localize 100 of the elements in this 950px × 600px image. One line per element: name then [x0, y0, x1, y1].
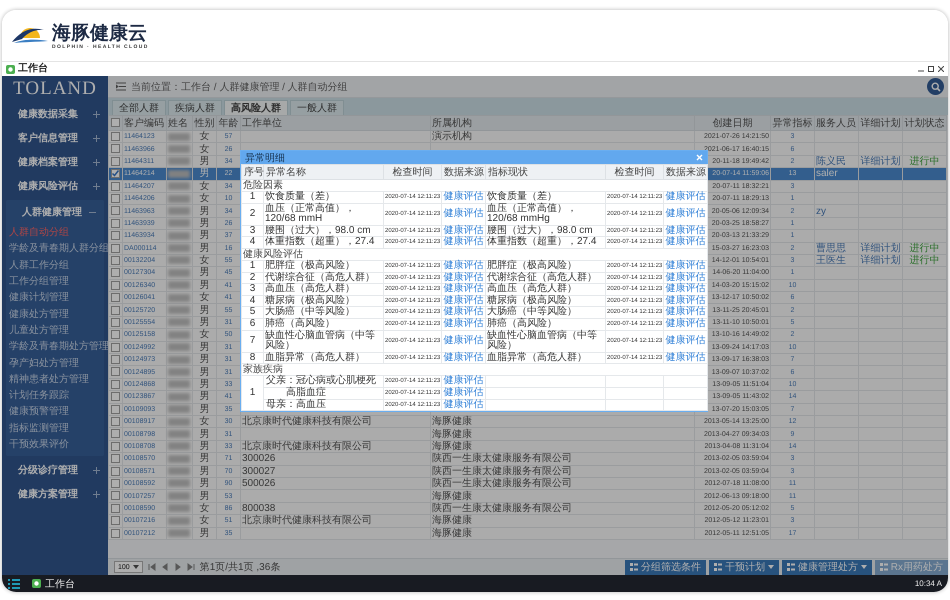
source-link[interactable]: 健康评估 [444, 306, 484, 318]
source-link[interactable]: 健康评估 [666, 294, 706, 306]
source-link[interactable]: 健康评估 [666, 306, 706, 318]
sidebar-item[interactable]: 健康方案管理 [2, 482, 108, 506]
row-checkbox[interactable] [111, 442, 120, 451]
source-link[interactable]: 健康评估 [444, 272, 484, 283]
row-checkbox[interactable] [111, 466, 120, 476]
row-checkbox[interactable] [111, 429, 120, 438]
source-link[interactable]: 健康评估 [444, 260, 484, 271]
search-button[interactable] [927, 78, 944, 95]
tab[interactable]: 疾病人群 [168, 100, 222, 115]
row-checkbox[interactable] [111, 280, 120, 290]
detail-plan-link[interactable]: 详细计划 [860, 156, 900, 167]
table-cell: 4 [250, 294, 256, 306]
source-link[interactable]: 健康评估 [666, 260, 706, 271]
last-page-icon[interactable] [186, 563, 195, 571]
submenu-item[interactable]: 工作分组管理 [6, 272, 104, 290]
row-checkbox[interactable] [111, 132, 120, 142]
sidebar-item[interactable]: 客户信息管理 [2, 126, 108, 150]
submenu-item[interactable]: 孕产妇处方管理 [6, 354, 104, 371]
row-checkbox[interactable] [111, 330, 120, 340]
submenu-item[interactable]: 儿童处方管理 [6, 322, 104, 338]
row-checkbox[interactable] [111, 528, 120, 538]
source-link[interactable]: 健康评估 [666, 236, 706, 248]
taskbar-app[interactable]: 工作台 [32, 576, 75, 590]
row-checkbox[interactable] [111, 244, 120, 253]
row-checkbox[interactable] [111, 504, 120, 513]
submenu-item[interactable]: 干预效果评价 [6, 436, 104, 452]
tab[interactable]: 全部人群 [112, 100, 166, 115]
source-link[interactable]: 健康评估 [666, 224, 706, 236]
sidebar-item[interactable]: 人群健康管理 [6, 200, 104, 224]
submenu-item[interactable]: 精神患者处方管理 [6, 370, 104, 387]
source-link[interactable]: 健康评估 [666, 352, 706, 363]
source-link[interactable]: 健康评估 [666, 318, 706, 329]
row-checkbox[interactable] [111, 231, 120, 240]
maximize-icon[interactable] [928, 66, 934, 72]
source-link[interactable]: 健康评估 [444, 386, 484, 398]
submenu-item[interactable]: 健康处方管理 [6, 305, 104, 322]
row-checkbox[interactable] [111, 156, 120, 166]
sidebar-item[interactable]: 健康风险评估 [2, 174, 108, 198]
row-checkbox[interactable] [111, 306, 120, 315]
first-page-icon[interactable] [148, 563, 156, 571]
row-checkbox[interactable] [111, 218, 120, 228]
source-link[interactable]: 健康评估 [444, 318, 484, 329]
row-checkbox[interactable] [111, 293, 120, 302]
detail-plan-link[interactable]: 详细计划 [860, 242, 900, 254]
close-icon[interactable] [938, 66, 944, 72]
tab[interactable]: 高风险人群 [224, 100, 288, 115]
row-checkbox[interactable] [111, 318, 120, 327]
row-checkbox[interactable] [111, 380, 120, 389]
source-link[interactable]: 健康评估 [666, 191, 706, 202]
action-button[interactable]: 分组筛选条件 [624, 560, 706, 574]
row-checkbox[interactable] [111, 342, 120, 352]
select-all-checkbox[interactable] [111, 118, 120, 128]
source-link[interactable]: 健康评估 [444, 294, 484, 306]
source-link[interactable]: 健康评估 [444, 398, 484, 410]
row-checkbox[interactable] [111, 256, 120, 265]
next-page-icon[interactable] [174, 563, 182, 571]
source-link[interactable]: 健康评估 [444, 191, 484, 202]
previous-page-icon[interactable] [160, 563, 169, 571]
search-icon [930, 82, 940, 92]
row-checkbox[interactable] [111, 404, 120, 414]
start-menu-icon[interactable] [8, 578, 20, 588]
column-header: 数据来源 [664, 164, 708, 180]
source-link[interactable]: 健康评估 [666, 272, 706, 283]
submenu-item[interactable]: 健康预警管理 [6, 403, 104, 420]
sidebar-item[interactable]: 健康档案管理 [2, 150, 108, 174]
row-checkbox[interactable] [111, 144, 120, 154]
source-link[interactable]: 健康评估 [444, 352, 484, 363]
row-checkbox[interactable] [111, 355, 120, 364]
source-link[interactable]: 健康评估 [444, 375, 484, 386]
row-checkbox[interactable] [111, 367, 120, 376]
source-link[interactable]: 健康评估 [444, 224, 484, 236]
row-checkbox[interactable] [111, 169, 120, 178]
submenu-item[interactable]: 指标监测管理 [6, 420, 104, 436]
submenu-item[interactable]: 人群工作分组 [6, 256, 104, 273]
row-checkbox[interactable] [111, 491, 120, 500]
submenu-item[interactable]: 健康计划管理 [6, 289, 104, 306]
row-checkbox[interactable] [111, 454, 120, 464]
submenu-item[interactable]: 计划任务跟踪 [6, 386, 104, 404]
detail-plan-link[interactable]: 详细计划 [860, 255, 900, 266]
source-link[interactable]: 健康评估 [666, 283, 706, 294]
row-checkbox[interactable] [111, 478, 120, 488]
row-checkbox[interactable] [111, 516, 120, 526]
table-cell: 800038 [242, 502, 276, 514]
action-button[interactable]: 干预计划 [708, 560, 779, 574]
row-checkbox[interactable] [111, 417, 120, 426]
row-checkbox[interactable] [111, 268, 120, 278]
action-button[interactable]: 健康管理处方 [782, 560, 872, 574]
row-checkbox[interactable] [111, 194, 120, 203]
menu-icon[interactable] [116, 82, 126, 91]
sidebar-item[interactable]: 分级诊疗管理 [2, 458, 108, 482]
row-checkbox[interactable] [111, 182, 120, 191]
sidebar-item[interactable]: 健康数据采集 [2, 102, 108, 126]
source-link[interactable]: 健康评估 [444, 236, 484, 248]
row-checkbox[interactable] [111, 206, 120, 216]
source-link[interactable]: 健康评估 [444, 283, 484, 294]
row-checkbox[interactable] [111, 392, 120, 402]
tab[interactable]: 一般人群 [290, 100, 344, 115]
table-cell: 北京康时代健康科技有限公司 [242, 416, 372, 428]
